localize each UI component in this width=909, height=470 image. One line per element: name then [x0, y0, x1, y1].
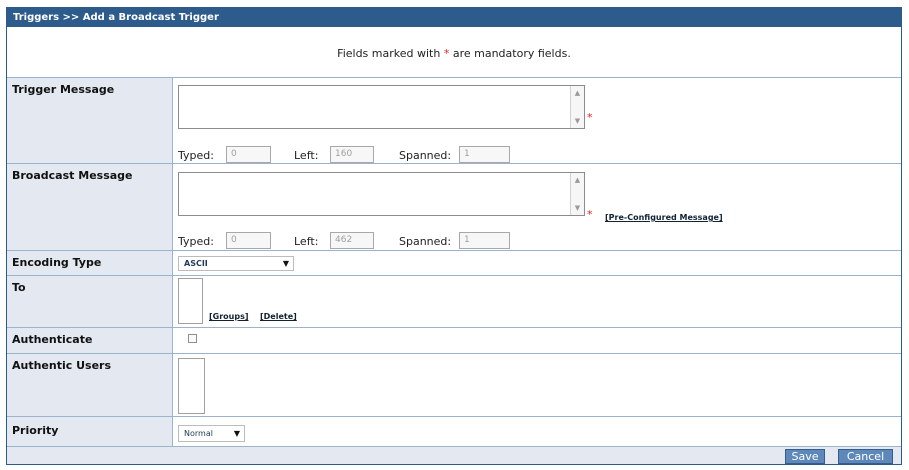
- trigger-message-row: Trigger Message ▲ ▼ * Typed: 0 Left: 160…: [7, 77, 901, 163]
- scroll-down-icon[interactable]: ▼: [571, 203, 584, 213]
- delete-link[interactable]: [Delete]: [260, 312, 297, 321]
- priority-selected-value: Normal: [184, 429, 213, 438]
- textarea-scrollbar[interactable]: ▲ ▼: [570, 86, 584, 128]
- mandatory-fields-notice: Fields marked with * are mandatory field…: [7, 27, 901, 77]
- spanned-count-field: 1: [459, 146, 510, 163]
- encoding-type-cell: ASCII ▼: [173, 251, 901, 275]
- left-label: Left:: [294, 235, 319, 248]
- authenticate-checkbox[interactable]: [188, 334, 197, 343]
- trigger-message-textarea[interactable]: ▲ ▼: [178, 85, 585, 129]
- typed-label: Typed:: [178, 149, 214, 162]
- cancel-button[interactable]: Cancel: [838, 449, 893, 464]
- typed-count-field: 0: [226, 232, 271, 249]
- to-row: To [Groups] [Delete]: [7, 275, 901, 327]
- authentic-users-row: Authentic Users: [7, 353, 901, 416]
- recipients-listbox[interactable]: [178, 278, 203, 324]
- encoding-selected-value: ASCII: [184, 259, 208, 268]
- notice-text-after: are mandatory fields.: [452, 47, 571, 60]
- groups-link[interactable]: [Groups]: [209, 312, 249, 321]
- authentic-users-listbox[interactable]: [178, 358, 205, 414]
- broadcast-message-textarea[interactable]: ▲ ▼: [178, 172, 585, 216]
- chevron-down-icon: ▼: [233, 429, 240, 438]
- priority-cell: Normal ▼: [173, 417, 901, 446]
- encoding-type-row: Encoding Type ASCII ▼: [7, 250, 901, 275]
- pre-configured-message-link[interactable]: [Pre-Configured Message]: [605, 213, 723, 222]
- authentic-users-cell: [173, 354, 901, 416]
- priority-label: Priority: [7, 417, 173, 446]
- save-button[interactable]: Save: [785, 449, 825, 464]
- required-star-icon: *: [443, 47, 450, 60]
- encoding-type-select[interactable]: ASCII ▼: [178, 256, 294, 271]
- priority-select[interactable]: Normal ▼: [178, 425, 245, 442]
- typed-label: Typed:: [178, 235, 214, 248]
- textarea-scrollbar[interactable]: ▲ ▼: [570, 173, 584, 215]
- chevron-down-icon: ▼: [282, 259, 289, 268]
- broadcast-message-row: Broadcast Message ▲ ▼ * [Pre-Configured …: [7, 163, 901, 250]
- authentic-users-label: Authentic Users: [7, 354, 173, 416]
- to-cell: [Groups] [Delete]: [173, 276, 901, 327]
- spanned-label: Spanned:: [399, 149, 452, 162]
- breadcrumb: Triggers >> Add a Broadcast Trigger: [7, 8, 901, 27]
- encoding-type-label: Encoding Type: [7, 251, 173, 275]
- typed-count-field: 0: [226, 146, 271, 163]
- left-count-field: 462: [330, 232, 374, 249]
- broadcast-message-label: Broadcast Message: [7, 164, 173, 250]
- scroll-up-icon[interactable]: ▲: [571, 88, 584, 98]
- scroll-down-icon[interactable]: ▼: [571, 116, 584, 126]
- form-actions: Save Cancel: [7, 446, 901, 464]
- authenticate-cell: [173, 328, 901, 353]
- scroll-up-icon[interactable]: ▲: [571, 175, 584, 185]
- left-count-field: 160: [330, 146, 374, 163]
- spanned-count-field: 1: [459, 232, 510, 249]
- left-label: Left:: [294, 149, 319, 162]
- to-label: To: [7, 276, 173, 327]
- notice-text-before: Fields marked with: [337, 47, 441, 60]
- required-star-icon: *: [587, 208, 593, 221]
- trigger-message-label: Trigger Message: [7, 78, 173, 163]
- broadcast-trigger-form: Triggers >> Add a Broadcast Trigger Fiel…: [6, 7, 902, 465]
- trigger-message-cell: ▲ ▼ * Typed: 0 Left: 160 Spanned: 1: [173, 78, 901, 163]
- priority-row: Priority Normal ▼: [7, 416, 901, 446]
- spanned-label: Spanned:: [399, 235, 452, 248]
- broadcast-message-cell: ▲ ▼ * [Pre-Configured Message] Typed: 0 …: [173, 164, 901, 250]
- required-star-icon: *: [587, 111, 593, 124]
- authenticate-row: Authenticate: [7, 327, 901, 353]
- authenticate-label: Authenticate: [7, 328, 173, 353]
